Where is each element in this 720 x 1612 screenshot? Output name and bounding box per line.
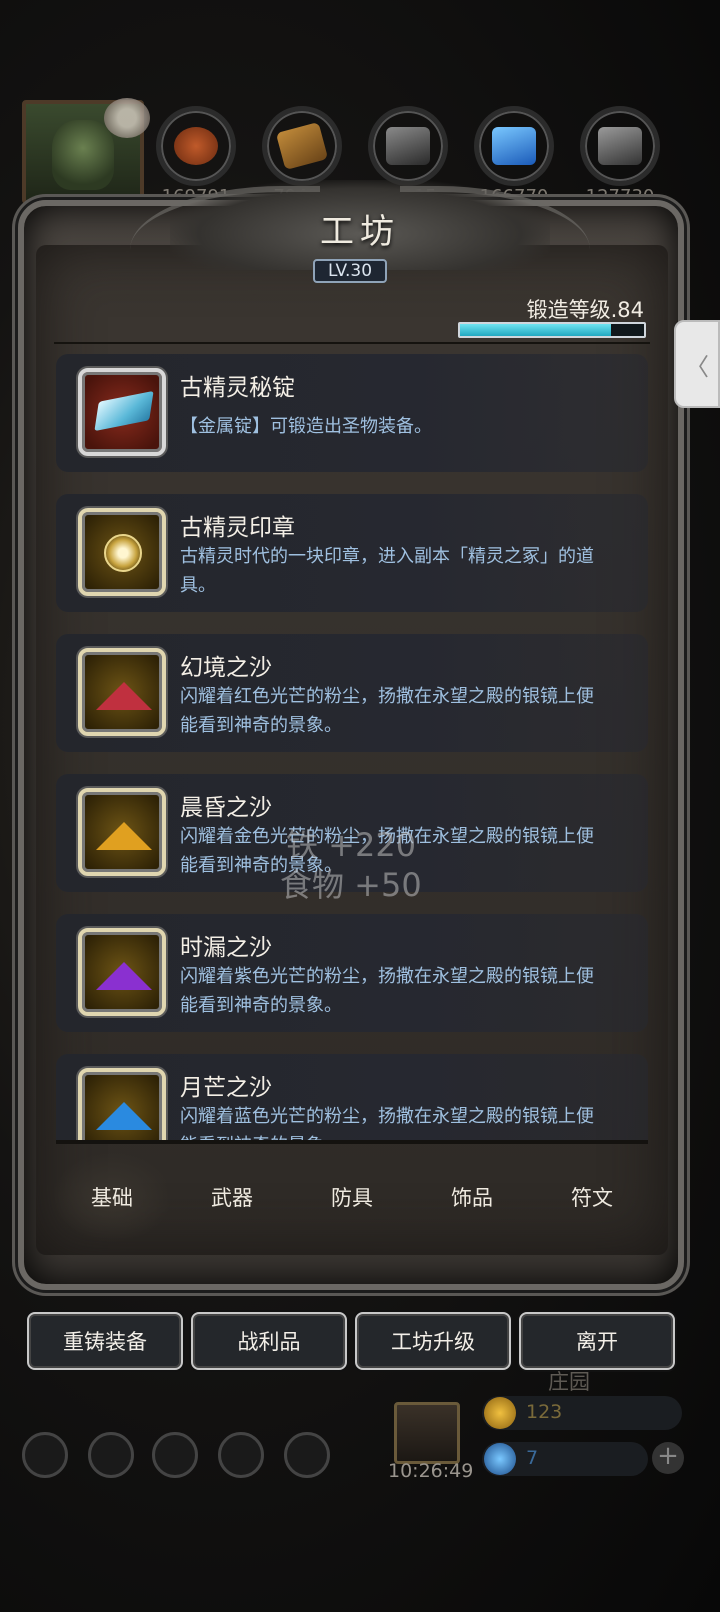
loot-button[interactable]: 战利品 bbox=[191, 1312, 347, 1370]
item-description: 闪耀着红色光芒的粉尘，扬撒在永望之殿的银镜上便能看到神奇的景象。 bbox=[180, 686, 594, 736]
map-icon[interactable] bbox=[152, 1432, 198, 1478]
item-icon-frame bbox=[78, 648, 166, 736]
wood-icon bbox=[275, 121, 329, 171]
item-description: 古精灵时代的一块印章，进入副本「精灵之冢」的道具。 bbox=[180, 546, 594, 596]
item-icon-frame bbox=[78, 368, 166, 456]
blue-sand-icon bbox=[96, 1102, 152, 1130]
gold-sand-icon bbox=[96, 822, 152, 850]
forge-progress-bar bbox=[458, 322, 646, 338]
list-item[interactable]: 古精灵秘锭 【金属锭】可锻造出圣物装备。 bbox=[56, 354, 648, 472]
gold-counter: 123 bbox=[482, 1396, 682, 1430]
estate-label: 庄园 bbox=[548, 1370, 590, 1394]
item-description: 闪耀着蓝色光芒的粉尘，扬撒在永望之殿的银镜上便能看到神奇的景象。 bbox=[180, 1106, 594, 1140]
mail-icon[interactable] bbox=[218, 1432, 264, 1478]
seal-icon bbox=[104, 534, 142, 572]
upgrade-workshop-button[interactable]: 工坊升级 bbox=[355, 1312, 511, 1370]
gold-coin-icon bbox=[484, 1397, 516, 1429]
list-item[interactable]: 月芒之沙 闪耀着蓝色光芒的粉尘，扬撒在永望之殿的银镜上便能看到神奇的景象。 bbox=[56, 1054, 648, 1140]
item-icon-frame bbox=[78, 928, 166, 1016]
item-name: 古精灵印章 bbox=[180, 515, 295, 541]
list-item[interactable]: 古精灵印章 古精灵时代的一块印章，进入副本「精灵之冢」的道具。 bbox=[56, 494, 648, 612]
item-description: 【金属锭】可锻造出圣物装备。 bbox=[180, 416, 432, 437]
stone-icon bbox=[386, 127, 430, 165]
resource-meat[interactable] bbox=[156, 106, 236, 186]
red-sand-icon bbox=[96, 682, 152, 710]
gem-value: 7 bbox=[526, 1447, 539, 1469]
flower-decoration-icon bbox=[104, 98, 150, 138]
chevron-left-icon: 〈 bbox=[685, 352, 709, 381]
tab-basic[interactable]: 基础 bbox=[52, 1152, 172, 1242]
bag-icon[interactable] bbox=[284, 1432, 330, 1478]
ingot-icon bbox=[94, 390, 154, 432]
tab-rune[interactable]: 符文 bbox=[532, 1152, 652, 1242]
settings-icon[interactable] bbox=[22, 1432, 68, 1478]
item-name: 晨昏之沙 bbox=[180, 795, 272, 821]
resource-stone[interactable] bbox=[368, 106, 448, 186]
floating-reward-food: 食物 +50 bbox=[280, 866, 422, 904]
gift-box-icon[interactable] bbox=[394, 1402, 460, 1464]
meat-icon bbox=[174, 127, 218, 165]
resource-iron[interactable] bbox=[580, 106, 660, 186]
gem-counter: 7 bbox=[482, 1442, 648, 1476]
forge-progress-fill bbox=[460, 324, 611, 336]
item-name: 时漏之沙 bbox=[180, 935, 272, 961]
add-gem-button[interactable]: + bbox=[652, 1442, 684, 1474]
workshop-level-badge: LV.30 bbox=[313, 259, 387, 283]
item-icon-frame bbox=[78, 788, 166, 876]
reforge-button[interactable]: 重铸装备 bbox=[27, 1312, 183, 1370]
gem-icon bbox=[484, 1443, 516, 1475]
leave-button[interactable]: 离开 bbox=[519, 1312, 675, 1370]
resource-wood[interactable] bbox=[262, 106, 342, 186]
category-tabs: 基础 武器 防具 饰品 符文 bbox=[52, 1152, 652, 1242]
purple-sand-icon bbox=[96, 962, 152, 990]
tab-weapon[interactable]: 武器 bbox=[172, 1152, 292, 1242]
hero-icon[interactable] bbox=[88, 1432, 134, 1478]
panel-title: 工坊 bbox=[320, 212, 400, 252]
plus-icon: + bbox=[657, 1441, 679, 1471]
tab-accessory[interactable]: 饰品 bbox=[412, 1152, 532, 1242]
item-icon-frame bbox=[78, 1068, 166, 1140]
list-bottom-divider bbox=[56, 1140, 648, 1144]
item-list[interactable]: 古精灵秘锭 【金属锭】可锻造出圣物装备。 古精灵印章 古精灵时代的一块印章，进入… bbox=[56, 354, 648, 1140]
list-item[interactable]: 幻境之沙 闪耀着红色光芒的粉尘，扬撒在永望之殿的银镜上便能看到神奇的景象。 bbox=[56, 634, 648, 752]
tab-armor[interactable]: 防具 bbox=[292, 1152, 412, 1242]
item-name: 幻境之沙 bbox=[180, 655, 272, 681]
item-description: 闪耀着紫色光芒的粉尘，扬撒在永望之殿的银镜上便能看到神奇的景象。 bbox=[180, 966, 594, 1016]
gold-value: 123 bbox=[526, 1401, 563, 1423]
player-avatar[interactable] bbox=[22, 98, 150, 204]
forge-level-label: 锻造等级.84 bbox=[526, 298, 644, 322]
header-divider bbox=[54, 342, 650, 344]
resource-crystal[interactable] bbox=[474, 106, 554, 186]
item-name: 月芒之沙 bbox=[180, 1075, 272, 1101]
iron-icon bbox=[598, 127, 642, 165]
timer-text: 10:26:49 bbox=[388, 1460, 474, 1482]
item-name: 古精灵秘锭 bbox=[180, 375, 295, 401]
crystal-icon bbox=[492, 127, 536, 165]
side-panel-toggle[interactable]: 〈 bbox=[674, 320, 720, 408]
hero-portrait-icon bbox=[52, 120, 114, 190]
list-item[interactable]: 时漏之沙 闪耀着紫色光芒的粉尘，扬撒在永望之殿的银镜上便能看到神奇的景象。 bbox=[56, 914, 648, 1032]
item-icon-frame bbox=[78, 508, 166, 596]
